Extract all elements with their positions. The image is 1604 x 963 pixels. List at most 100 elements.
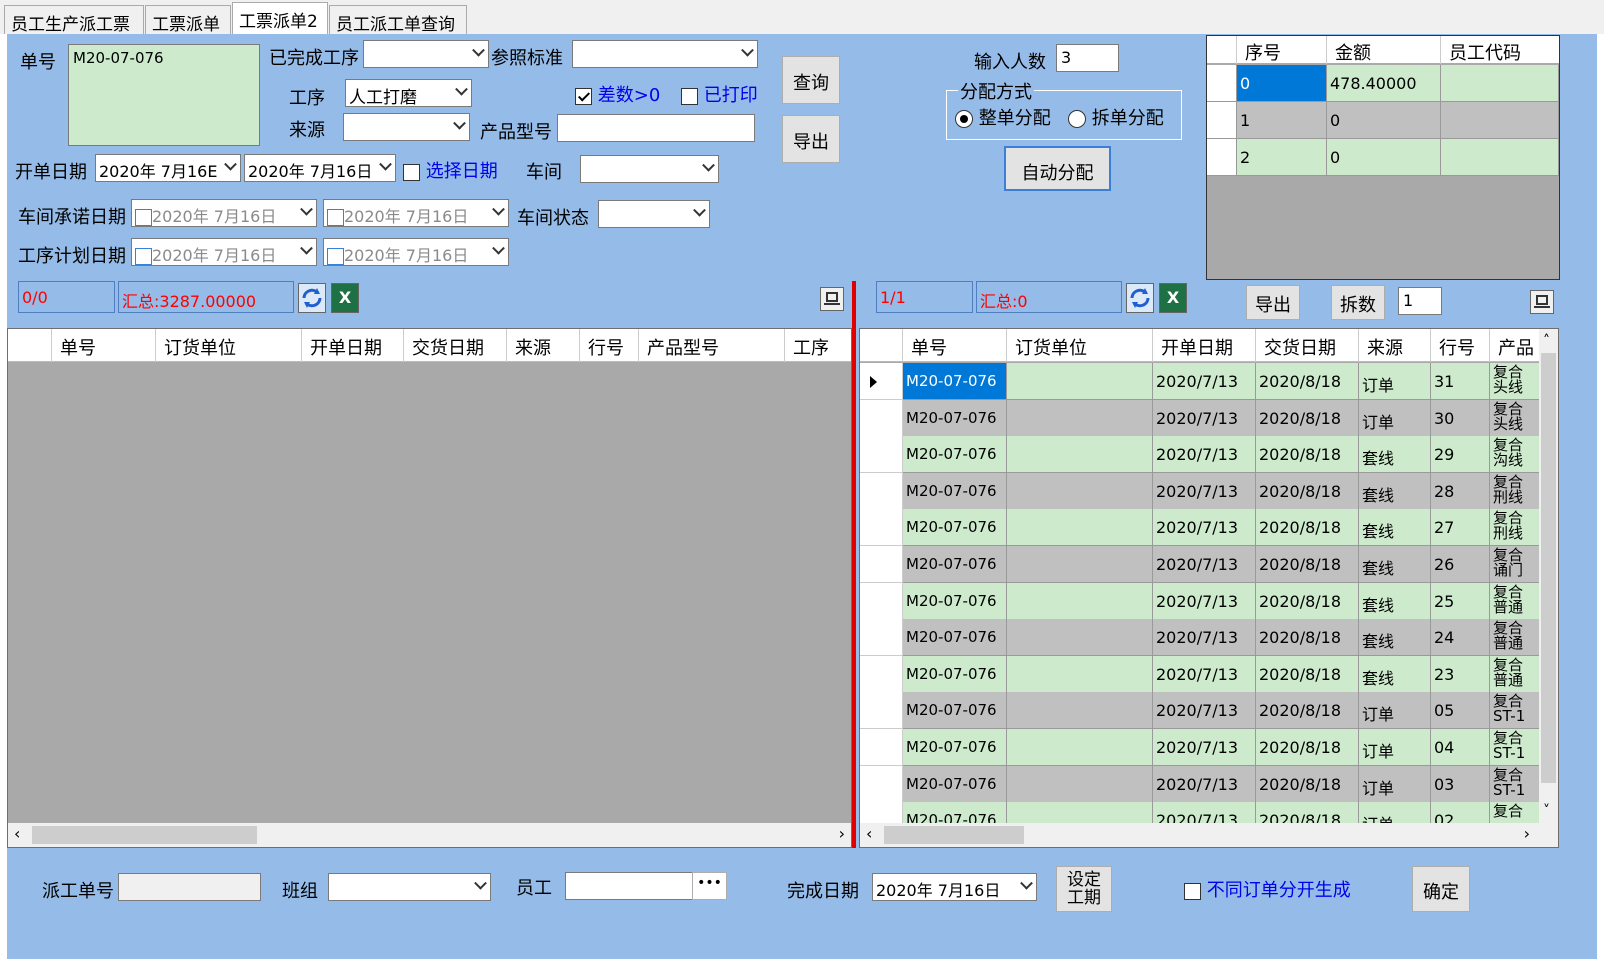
- right-cell-line[interactable]: 27: [1431, 509, 1490, 547]
- right-cell-line[interactable]: 24: [1431, 619, 1490, 657]
- tab-ticket-dispatch-2[interactable]: 工票派单2: [232, 2, 328, 34]
- alloc-row[interactable]: 2 0: [1207, 139, 1559, 176]
- right-cell-source[interactable]: 订单: [1359, 765, 1431, 803]
- right-cell-delivery[interactable]: 2020/8/18: [1256, 582, 1359, 620]
- right-cell-delivery[interactable]: 2020/8/18: [1256, 546, 1359, 583]
- split-radio[interactable]: 拆单分配: [1068, 104, 1164, 130]
- table-row[interactable]: M20-07-076 2020/7/13 2020/8/18 套线 26 复合 诵门: [860, 546, 1540, 583]
- right-cell-open-date[interactable]: 2020/7/13: [1153, 399, 1256, 437]
- right-cell-line[interactable]: 31: [1431, 363, 1490, 400]
- row-header[interactable]: [860, 619, 903, 657]
- right-cell-delivery[interactable]: 2020/8/18: [1256, 692, 1359, 730]
- right-cell-delivery[interactable]: 2020/8/18: [1256, 802, 1359, 823]
- right-cell-customer[interactable]: [1007, 729, 1153, 766]
- left-col-delivery[interactable]: 交货日期: [404, 329, 507, 362]
- right-cell-open-date[interactable]: 2020/7/13: [1153, 765, 1256, 803]
- right-col-source[interactable]: 来源: [1359, 329, 1431, 362]
- right-cell-delivery[interactable]: 2020/8/18: [1256, 655, 1359, 693]
- table-row[interactable]: M20-07-076 2020/7/13 2020/8/18 套线 29 复合 沟线: [860, 436, 1540, 474]
- auto-allocate-button[interactable]: 自动分配: [1004, 146, 1111, 191]
- ellipsis-icon[interactable]: •••: [692, 872, 727, 900]
- plan-to-picker[interactable]: 2020年 7月16日: [323, 238, 509, 266]
- right-cell-model[interactable]: 复合: [1490, 802, 1540, 823]
- workshop-select[interactable]: [580, 155, 719, 183]
- row-header[interactable]: [860, 472, 903, 510]
- table-row[interactable]: M20-07-076 2020/7/13 2020/8/18 订单 30 复合 头线: [860, 399, 1540, 437]
- plan-from-picker[interactable]: 2020年 7月16日: [131, 238, 317, 266]
- right-cell-customer[interactable]: [1007, 765, 1153, 803]
- pin-icon[interactable]: [1530, 290, 1554, 314]
- tab-dispatch-query[interactable]: 员工派工单查询: [329, 5, 467, 35]
- scroll-thumb[interactable]: [1541, 353, 1556, 783]
- right-cell-delivery[interactable]: 2020/8/18: [1256, 436, 1359, 474]
- people-input[interactable]: 3: [1056, 44, 1119, 72]
- right-col-line[interactable]: 行号: [1431, 329, 1490, 362]
- right-cell-source[interactable]: 订单: [1359, 802, 1431, 823]
- right-cell-delivery[interactable]: 2020/8/18: [1256, 363, 1359, 400]
- checkbox-icon[interactable]: [327, 209, 344, 226]
- separate-checkbox[interactable]: 不同订单分开生成: [1184, 876, 1351, 902]
- textarea-scrollbar[interactable]: [239, 47, 257, 143]
- table-row[interactable]: M20-07-076 2020/7/13 2020/8/18 订单 03 复合 ST-1: [860, 765, 1540, 803]
- right-cell-open-date[interactable]: 2020/7/13: [1153, 363, 1256, 400]
- done-process-select[interactable]: [363, 40, 489, 68]
- table-row[interactable]: M20-07-076 2020/7/13 2020/8/18 订单 04 复合 ST-1: [860, 729, 1540, 766]
- ref-std-select[interactable]: [572, 40, 758, 68]
- scroll-up-icon[interactable]: ˄: [1543, 333, 1550, 349]
- select-date-checkbox[interactable]: 选择日期: [403, 157, 498, 183]
- row-header[interactable]: [860, 399, 903, 437]
- row-header[interactable]: [860, 436, 903, 474]
- table-row[interactable]: M20-07-076 2020/7/13 2020/8/18 套线 23 复合 普通: [860, 655, 1540, 693]
- right-cell-source[interactable]: 套线: [1359, 509, 1431, 547]
- row-header[interactable]: [860, 765, 903, 803]
- date-from-picker[interactable]: 2020年 7月16E: [95, 154, 241, 182]
- model-input[interactable]: [557, 114, 755, 142]
- right-cell-order[interactable]: M20-07-076: [903, 472, 1007, 510]
- team-select[interactable]: [328, 873, 491, 901]
- right-cell-customer[interactable]: [1007, 363, 1153, 400]
- right-col-customer[interactable]: 订货单位: [1007, 329, 1153, 362]
- right-cell-customer[interactable]: [1007, 692, 1153, 730]
- left-col-model[interactable]: 产品型号: [639, 329, 785, 362]
- table-row[interactable]: M20-07-076 2020/7/13 2020/8/18 订单 05 复合 ST-1: [860, 692, 1540, 730]
- right-col-model[interactable]: 产品: [1490, 329, 1540, 362]
- right-vscrollbar[interactable]: ˄ ˅: [1539, 329, 1558, 823]
- right-col-open-date[interactable]: 开单日期: [1153, 329, 1256, 362]
- alloc-cell-code[interactable]: [1441, 139, 1559, 176]
- checkbox-icon[interactable]: [135, 248, 152, 265]
- alloc-row[interactable]: 0 478.40000: [1207, 65, 1559, 102]
- right-cell-source[interactable]: 套线: [1359, 655, 1431, 693]
- right-cell-open-date[interactable]: 2020/7/13: [1153, 619, 1256, 657]
- alloc-row[interactable]: 1 0: [1207, 102, 1559, 139]
- right-cell-delivery[interactable]: 2020/8/18: [1256, 765, 1359, 803]
- set-period-button[interactable]: 设定 工期: [1056, 866, 1112, 912]
- promise-from-picker[interactable]: 2020年 7月16日: [131, 199, 317, 227]
- promise-to-picker[interactable]: 2020年 7月16日: [323, 199, 509, 227]
- right-cell-model[interactable]: 复合 沟线: [1490, 436, 1540, 474]
- printed-checkbox[interactable]: 已打印: [681, 81, 758, 107]
- export-button[interactable]: 导出: [782, 115, 840, 163]
- right-cell-line[interactable]: 26: [1431, 546, 1490, 583]
- scroll-right-icon[interactable]: ›: [839, 824, 845, 843]
- right-col-delivery[interactable]: 交货日期: [1256, 329, 1359, 362]
- right-cell-delivery[interactable]: 2020/8/18: [1256, 619, 1359, 657]
- diff-checkbox[interactable]: 差数>0: [575, 81, 660, 107]
- source-select[interactable]: [343, 113, 470, 141]
- row-header[interactable]: [860, 655, 903, 693]
- refresh-icon[interactable]: [298, 283, 326, 313]
- alloc-cell-code[interactable]: [1441, 102, 1559, 139]
- right-cell-model[interactable]: 复合 诵门: [1490, 546, 1540, 583]
- alloc-cell-code[interactable]: [1441, 65, 1559, 102]
- alloc-cell-seq[interactable]: 0: [1237, 65, 1327, 102]
- right-cell-delivery[interactable]: 2020/8/18: [1256, 399, 1359, 437]
- right-cell-order[interactable]: M20-07-076: [903, 692, 1007, 730]
- right-cell-source[interactable]: 套线: [1359, 619, 1431, 657]
- excel-icon[interactable]: X: [331, 283, 359, 313]
- right-cell-source[interactable]: 订单: [1359, 692, 1431, 730]
- alloc-cell-amount[interactable]: 478.40000: [1327, 65, 1441, 102]
- tab-ticket-dispatch[interactable]: 工票派单: [145, 5, 231, 35]
- right-cell-customer[interactable]: [1007, 655, 1153, 693]
- right-col-order[interactable]: 单号: [903, 329, 1007, 362]
- right-cell-model[interactable]: 复合 ST-1: [1490, 692, 1540, 730]
- alloc-cell-amount[interactable]: 0: [1327, 102, 1441, 139]
